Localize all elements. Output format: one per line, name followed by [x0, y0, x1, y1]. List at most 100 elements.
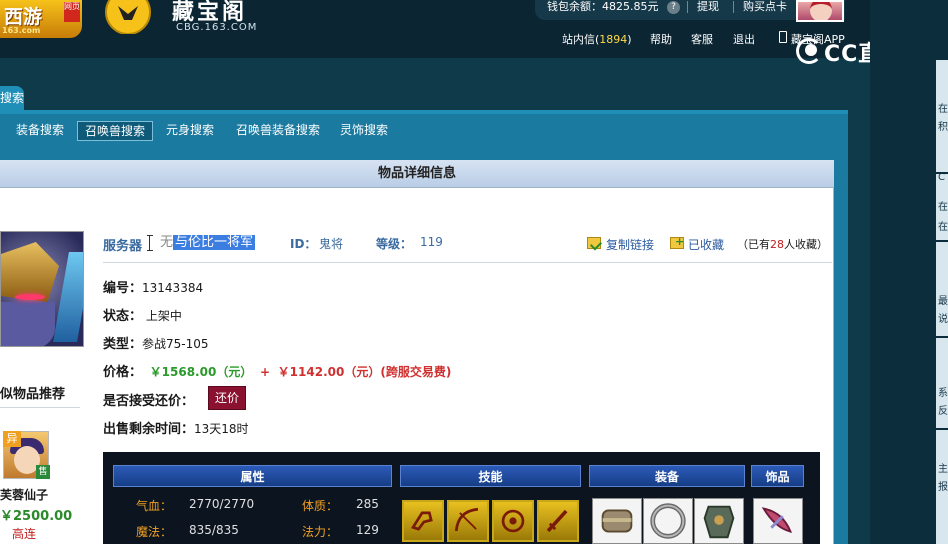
skill-slot-3[interactable]: [492, 500, 534, 542]
skill-sword-icon: [546, 509, 568, 533]
logout-link[interactable]: 退出: [733, 31, 755, 47]
variant-badge: 异: [3, 431, 21, 447]
subnav-equip-search[interactable]: 装备搜索: [9, 121, 71, 141]
id-value: 鬼将: [319, 237, 344, 251]
level-label: 等级：: [376, 237, 413, 251]
portrait-helm: [1, 242, 59, 302]
skill-slot-4[interactable]: [537, 500, 579, 542]
price-plus: +: [259, 365, 271, 379]
messages-count: 1894: [599, 33, 628, 46]
code-label: 编号：: [103, 281, 143, 296]
armband-icon: [601, 509, 633, 533]
right-panel-divider: [936, 172, 948, 174]
magic-value: 129: [356, 523, 379, 537]
right-float-panel[interactable]: 在 积 C 在 在 最 说 系 反 主 报: [936, 60, 948, 544]
skill-header: 技能: [400, 465, 581, 487]
service-link[interactable]: 客服: [691, 31, 713, 47]
divider: [103, 262, 832, 263]
right-panel-char: 反: [938, 406, 948, 417]
cc-dot-icon: [805, 44, 817, 56]
messages-label: 站内信: [562, 33, 595, 46]
subnav-body-search[interactable]: 元身搜索: [159, 121, 221, 141]
skill-slot-2[interactable]: [447, 500, 489, 542]
similar-pet-tag: 高连: [12, 527, 37, 541]
divider: [0, 407, 80, 408]
similar-pet-name[interactable]: 芙蓉仙子: [0, 486, 48, 503]
subnav-accessory-search[interactable]: 灵饰搜索: [333, 121, 395, 141]
right-panel-char: 在: [938, 222, 948, 233]
right-panel-char: 主: [938, 464, 948, 475]
text-cursor-icon: [147, 235, 155, 251]
right-panel-char: 报: [938, 482, 948, 493]
favorited-button[interactable]: 已收藏: [688, 236, 724, 253]
right-panel-divider: [936, 428, 948, 430]
portrait-face: [1, 302, 55, 346]
armor-icon: [703, 505, 735, 539]
skill-chain-icon: [410, 511, 433, 531]
cbg-coin-icon: [105, 0, 151, 34]
divider: [687, 1, 688, 13]
price-fee: ￥1142.00（元）(跨服交易费): [277, 365, 452, 379]
con-label: 体质：: [302, 499, 339, 513]
similar-pet-price: ￥2500.00: [0, 509, 73, 524]
ring-icon: [650, 503, 686, 539]
right-panel-char: 系: [938, 388, 948, 399]
help-link[interactable]: 帮助: [650, 31, 672, 47]
con-value: 285: [356, 497, 379, 511]
equip-slot-1[interactable]: [592, 498, 642, 544]
type-row: 类型：参战75-105: [103, 333, 209, 352]
status-value: 上架中: [145, 309, 182, 323]
accessory-slot[interactable]: [753, 498, 803, 544]
subnav-pet-equip-search[interactable]: 召唤兽装备搜索: [229, 121, 327, 141]
tab-search[interactable]: 搜索: [0, 86, 24, 112]
similar-pet-price-value: 2500.00: [13, 509, 73, 524]
divider: [733, 1, 734, 13]
price-row: 价格： ￥1568.00（元） + ￥1142.00（元）(跨服交易费): [103, 361, 451, 380]
hp-label: 气血：: [136, 499, 173, 513]
favorite-count: （已有28人收藏）: [737, 236, 828, 252]
copy-link-icon[interactable]: [587, 237, 601, 249]
id-label: ID：: [290, 237, 317, 251]
right-panel-divider: [936, 240, 948, 242]
cbg-subtitle: CBG.163.COM: [176, 22, 258, 33]
type-value: 参战75-105: [142, 337, 209, 351]
equip-slot-3[interactable]: [694, 498, 744, 544]
counter-offer-button[interactable]: 还价: [208, 386, 246, 410]
code-row: 编号：13143384: [103, 277, 203, 296]
price-main: ￥1568.00（元）: [149, 365, 253, 379]
status-row: 状态： 上架中: [103, 305, 182, 324]
status-label: 状态：: [103, 309, 143, 324]
skill-slot-1[interactable]: [402, 500, 444, 542]
user-avatar[interactable]: [796, 0, 844, 22]
type-label: 类型：: [103, 337, 143, 352]
subnav-pet-search[interactable]: 召唤兽搜索: [77, 121, 154, 141]
level-value: 119: [420, 235, 443, 249]
fav-count-num: 28: [770, 238, 784, 251]
logo-domain: 163.com: [2, 26, 41, 35]
logo-tag: 网页: [64, 2, 80, 22]
portrait-eye: [15, 294, 45, 300]
counter-offer-row: 是否接受还价：: [103, 390, 194, 409]
game-logo[interactable]: 西游 网页 163.com: [0, 0, 82, 38]
buy-card-link[interactable]: 购买点卡: [743, 0, 787, 14]
messages-link[interactable]: 站内信(1894): [562, 31, 632, 47]
right-panel-divider: [936, 336, 948, 338]
remain-value: 13天18时: [194, 422, 249, 436]
price-label: 价格：: [103, 365, 143, 380]
right-panel-char: 在: [938, 104, 948, 115]
withdraw-link[interactable]: 提现: [697, 0, 719, 14]
phone-icon: [779, 31, 787, 43]
help-icon[interactable]: ?: [667, 1, 680, 14]
mp-label: 魔法：: [136, 525, 173, 539]
magic-label: 法力：: [302, 525, 339, 539]
accessory-header: 饰品: [751, 465, 804, 487]
code-value: 13143384: [142, 281, 204, 295]
similar-items-title: 似物品推荐: [0, 387, 66, 402]
copy-link-button[interactable]: 复制链接: [606, 236, 654, 253]
favorite-icon[interactable]: [670, 235, 684, 249]
equip-header: 装备: [589, 465, 745, 487]
equip-slot-2[interactable]: [643, 498, 693, 544]
fav-count-pre: （已有: [737, 238, 770, 251]
server-value[interactable]: 无与伦比一将军: [160, 233, 256, 255]
skill-bow-icon: [454, 507, 479, 532]
